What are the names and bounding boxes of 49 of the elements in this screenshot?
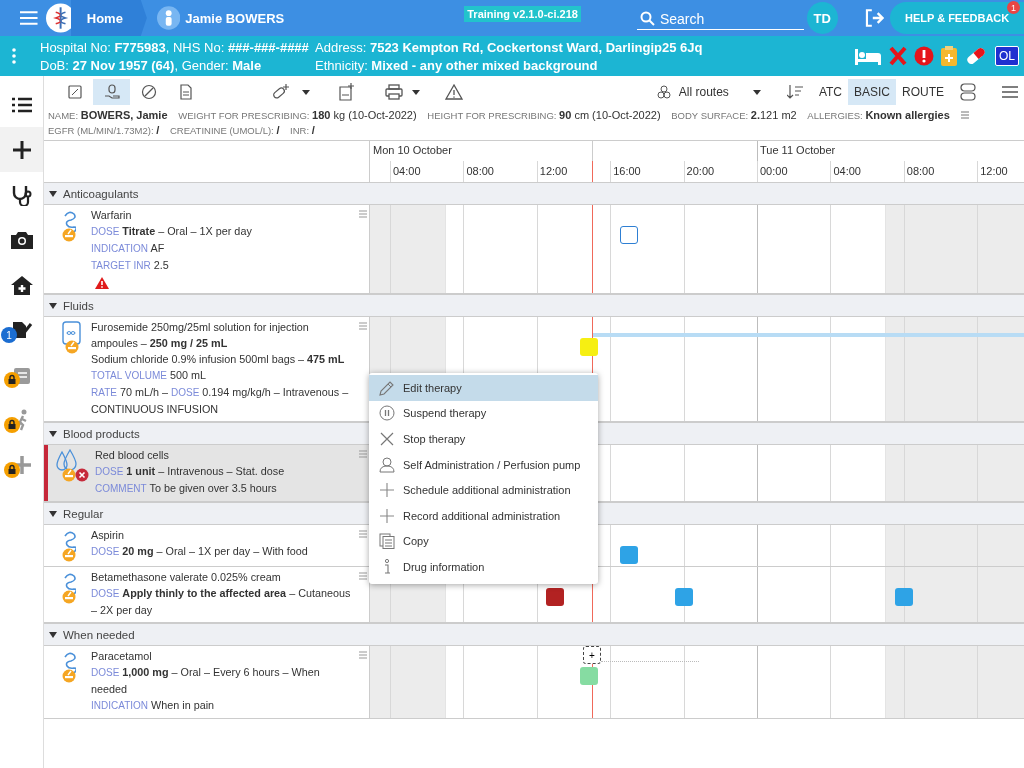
day-label: Tue 11 October (759, 144, 836, 156)
medication-detail: DOSE 1 unit – Intravenous – Stat. dose (95, 464, 286, 479)
patient-summary-field: EGFR (ML/MIN/1.73M2): / (48, 123, 160, 138)
hour-label: 12:00 (538, 165, 568, 177)
count-badge: 1 (1, 327, 17, 343)
medication-detail: RATE 70 mL/h – DOSE 0.194 mg/kg/h – Intravenous – CONTINUOUS INFUSION (91, 385, 350, 417)
medication-detail: DOSE 20 mg – Oral – 1X per day – With food (91, 544, 309, 559)
hour-label: 12:00 (979, 165, 1008, 177)
day-label: Mon 10 October (372, 144, 452, 156)
medication-detail: TARGET INR 2.5 (91, 258, 170, 273)
patient-summary-field: CREATININE (UMOL/L): / (169, 123, 280, 138)
hour-label: 20:00 (685, 165, 715, 177)
patient-summary-field: WEIGHT FOR PRESCRIBING: 180 kg (10-Oct-2022) (178, 108, 417, 123)
hour-label: 04:00 (832, 165, 861, 177)
patient-detail: DoB: 27 Nov 1957 (64), Gender: Male (40, 57, 263, 73)
medication-detail: DOSE Apply thinly to the affected area – Cutaneous – 2X per day (91, 586, 352, 618)
hour-label: 08:00 (465, 165, 494, 177)
medication-detail: Sodium chloride 0.9% infusion 500ml bags – 475 mL (91, 352, 346, 367)
medication-name: Aspirin (91, 528, 125, 543)
patient-detail: Address: 7523 Kempton Rd, Cockertonst Ward, Darlingip25 6Jq (315, 39, 703, 55)
patient-detail: Ethnicity: Mixed - any other mixed background (315, 57, 598, 73)
medication-detail: COMMENT To be given over 3.5 hours (95, 481, 278, 496)
environment-label: Training v2.1.0-ci.218 (464, 6, 581, 22)
medication-name: Furosemide 250mg/25ml solution for injection ampoules – 250 mg / 25 mL (91, 320, 310, 351)
group-title: Fluids (63, 299, 94, 312)
group-title: Regular (63, 507, 104, 520)
patient-summary-field: HEIGHT FOR PRESCRIBING: 90 cm (10-Oct-2022) (427, 108, 661, 123)
medication-detail: INDICATION When in pain (91, 698, 216, 713)
medication-detail: TOTAL VOLUME 500 mL (91, 368, 207, 383)
medication-detail: DOSE Titrate – Oral – 1X per day (91, 224, 253, 239)
patient-summary-field: INR: / (290, 123, 315, 138)
medication-name: Warfarin (91, 208, 133, 223)
group-title: Blood products (63, 427, 140, 440)
search-placeholder: Search (659, 10, 705, 27)
hour-label: 04:00 (392, 165, 421, 177)
group-title: When needed (63, 628, 135, 641)
hour-label: 08:00 (905, 165, 935, 177)
medication-name: Paracetamol (91, 649, 153, 664)
medication-detail: DOSE 1,000 mg – Oral – Every 6 hours – When needed (91, 665, 321, 697)
hour-label: 16:00 (612, 165, 641, 177)
medication-name: Red blood cells (95, 448, 170, 463)
patient-summary-field: ALLERGIES: Known allergies (807, 108, 950, 123)
hour-label: 00:00 (759, 165, 788, 177)
medication-name: Betamethasone valerate 0.025% cream (91, 570, 282, 585)
medication-detail: INDICATION AF (91, 241, 166, 256)
patient-summary-field: BODY SURFACE: 2.121 m2 (671, 108, 797, 123)
group-title: Anticoagulants (63, 187, 139, 200)
patient-detail: Hospital No: F775983, NHS No: ###-###-#### (40, 39, 310, 55)
patient-summary-field: NAME: BOWERS, Jamie (48, 108, 168, 123)
